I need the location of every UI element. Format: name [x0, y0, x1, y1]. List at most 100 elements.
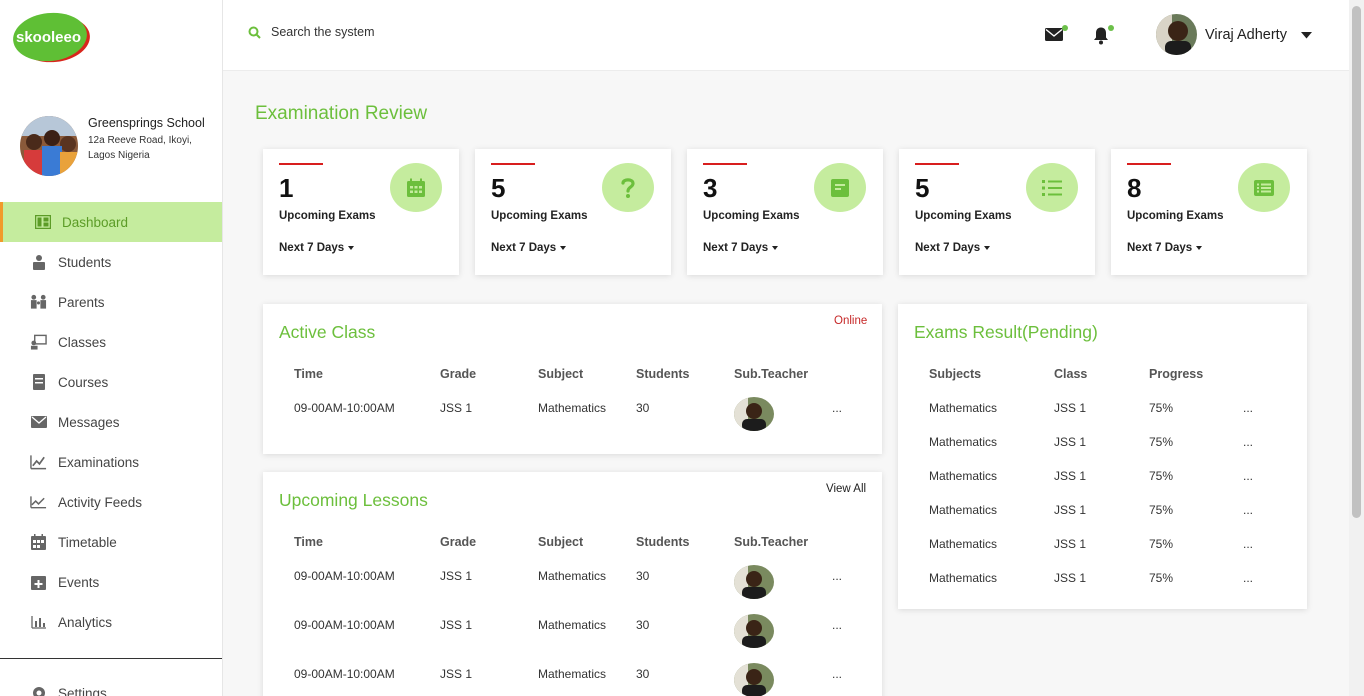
gear-icon	[30, 684, 48, 696]
user-menu[interactable]: Viraj Adherty	[1156, 14, 1312, 55]
messages-button[interactable]	[1045, 24, 1069, 46]
more-button[interactable]: ...	[832, 667, 842, 681]
column-header: Progress	[1149, 367, 1204, 381]
column-header: Students	[636, 535, 690, 549]
school-address-line2: Lagos Nigeria	[88, 150, 150, 161]
document-icon	[814, 163, 866, 212]
cell-students: 30	[636, 401, 650, 415]
sidebar-item-label: Timetable	[58, 534, 117, 550]
column-header: Grade	[440, 535, 477, 549]
search-icon[interactable]	[248, 26, 261, 39]
sidebar: skooleeo Greensprings School 12a Reeve R…	[0, 0, 223, 696]
exam-stat-card[interactable]: 5 Upcoming Exams Next 7 Days	[475, 149, 671, 275]
period-dropdown[interactable]: Next 7 Days	[1127, 242, 1203, 254]
cell-grade: JSS 1	[440, 667, 473, 681]
chevron-down-icon[interactable]	[1300, 27, 1312, 42]
period-dropdown[interactable]: Next 7 Days	[915, 242, 991, 254]
more-button[interactable]: ...	[1243, 469, 1253, 483]
sidebar-item-events[interactable]: Events	[0, 562, 222, 602]
more-button[interactable]: ...	[1243, 503, 1253, 517]
card-count: 5	[915, 173, 930, 203]
card-label: Upcoming Exams	[1127, 210, 1224, 222]
notification-dot	[1108, 25, 1114, 31]
cell-grade: JSS 1	[440, 569, 473, 583]
more-button[interactable]: ...	[832, 618, 842, 632]
card-accent-line	[279, 163, 323, 165]
sidebar-item-parents[interactable]: Parents	[0, 282, 222, 322]
caret-down-icon	[560, 246, 567, 250]
card-label: Upcoming Exams	[915, 210, 1012, 222]
period-dropdown[interactable]: Next 7 Days	[491, 242, 567, 254]
column-header: Class	[1054, 367, 1088, 381]
sidebar-item-dashboard[interactable]: Dashboard	[0, 202, 222, 242]
cell-progress: 75%	[1149, 401, 1174, 415]
exam-stat-card[interactable]: 8 Upcoming Exams Next 7 Days	[1111, 149, 1307, 275]
cell-subject: Mathematics	[929, 469, 998, 483]
period-label: Next 7 Days	[279, 242, 345, 254]
period-dropdown[interactable]: Next 7 Days	[703, 242, 779, 254]
scrollbar-thumb[interactable]	[1352, 6, 1361, 518]
cell-time: 09-00AM-10:00AM	[294, 667, 395, 681]
notifications-button[interactable]	[1093, 24, 1117, 46]
sidebar-item-activity-feeds[interactable]: Activity Feeds	[0, 482, 222, 522]
search-input[interactable]	[271, 25, 491, 39]
more-button[interactable]: ...	[832, 569, 842, 583]
sidebar-item-students[interactable]: Students	[0, 242, 222, 282]
panel-title: Upcoming Lessons	[279, 490, 428, 510]
sidebar-item-analytics[interactable]: Analytics	[0, 602, 222, 642]
more-button[interactable]: ...	[1243, 435, 1253, 449]
view-all-link[interactable]: View All	[826, 483, 866, 495]
exam-stat-card[interactable]: 3 Upcoming Exams Next 7 Days	[687, 149, 883, 275]
status-badge: Online	[834, 315, 868, 327]
card-label: Upcoming Exams	[279, 210, 376, 222]
teacher-avatar	[734, 663, 774, 696]
card-accent-line	[491, 163, 535, 165]
cell-class: JSS 1	[1054, 503, 1087, 517]
sidebar-nav: Dashboard Students Parents Classes Cours…	[0, 202, 222, 642]
cell-progress: 75%	[1149, 435, 1174, 449]
dashboard-icon	[34, 214, 51, 231]
cell-time: 09-00AM-10:00AM	[294, 401, 395, 415]
sidebar-item-label: Examinations	[58, 454, 140, 470]
sidebar-item-messages[interactable]: Messages	[0, 402, 222, 442]
cell-subject: Mathematics	[538, 667, 607, 681]
card-label: Upcoming Exams	[703, 210, 800, 222]
sidebar-item-label: Students	[58, 254, 112, 270]
sidebar-item-label: Courses	[58, 374, 109, 390]
cell-grade: JSS 1	[440, 401, 473, 415]
exams-result-panel: Exams Result(Pending) Subjects Class Pro…	[898, 304, 1307, 609]
sidebar-item-label: Events	[58, 574, 100, 590]
active-class-panel: Active Class Online Time Grade Subject S…	[263, 304, 882, 454]
teacher-avatar	[734, 614, 774, 648]
sidebar-item-examinations[interactable]: Examinations	[0, 442, 222, 482]
sidebar-item-label: Parents	[58, 294, 105, 310]
events-icon	[30, 574, 47, 591]
cell-subject: Mathematics	[538, 618, 607, 632]
list-box-icon	[1238, 163, 1290, 212]
column-header: Subject	[538, 535, 584, 549]
cell-subject: Mathematics	[929, 537, 998, 551]
card-count: 8	[1127, 173, 1142, 203]
more-button[interactable]: ...	[1243, 401, 1253, 415]
exam-stat-card[interactable]: 5 Upcoming Exams Next 7 Days	[899, 149, 1095, 275]
cell-time: 09-00AM-10:00AM	[294, 618, 395, 632]
column-header: Sub.Teacher	[734, 367, 809, 381]
caret-down-icon	[984, 246, 991, 250]
user-name: Viraj Adherty	[1205, 26, 1287, 43]
sidebar-item-timetable[interactable]: Timetable	[0, 522, 222, 562]
more-button[interactable]: ...	[1243, 571, 1253, 585]
students-icon	[30, 254, 47, 271]
sidebar-item-settings[interactable]: Settings	[30, 684, 107, 696]
sidebar-item-classes[interactable]: Classes	[0, 322, 222, 362]
skooleeo-logo[interactable]: skooleeo	[12, 12, 92, 64]
column-header: Time	[294, 367, 323, 381]
cell-class: JSS 1	[1054, 571, 1087, 585]
period-dropdown[interactable]: Next 7 Days	[279, 242, 355, 254]
more-button[interactable]: ...	[832, 401, 842, 415]
page-title: Examination Review	[255, 103, 428, 124]
exam-stat-card[interactable]: 1 Upcoming Exams Next 7 Days	[263, 149, 459, 275]
more-button[interactable]: ...	[1243, 537, 1253, 551]
sidebar-item-courses[interactable]: Courses	[0, 362, 222, 402]
cell-progress: 75%	[1149, 571, 1174, 585]
sidebar-item-label: Analytics	[58, 614, 113, 630]
